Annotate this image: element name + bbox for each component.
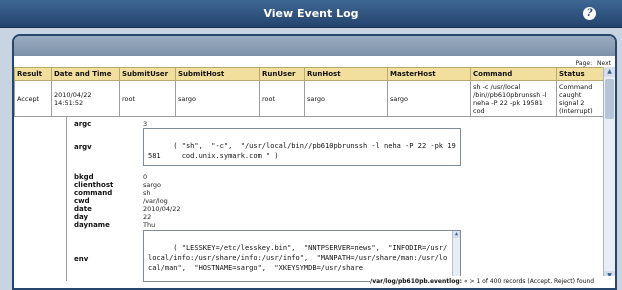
pager: Page: Next [573, 60, 611, 67]
detail-label-clienthost: clienthost [74, 181, 114, 189]
table-row[interactable]: Accept 2010/04/22 14:51:52 root sargo ro… [14, 80, 604, 117]
detail-label-day: day [74, 213, 89, 221]
pager-label: Page: [575, 60, 593, 67]
detail-label-bkgd: bkgd [74, 173, 94, 181]
title-bar: View Event Log ? [0, 0, 622, 28]
detail-value-day: 22 [143, 213, 152, 221]
column-header-date-time[interactable]: Date and Time [51, 67, 120, 81]
cell-submithost: sargo [175, 80, 260, 117]
scroll-up-icon[interactable]: ▲ [604, 67, 615, 77]
detail-label-command: command [74, 189, 113, 197]
detail-label-argv: argv [74, 143, 92, 151]
env-scrollbar[interactable]: ▲ [452, 231, 460, 281]
logfile-path: /var/log/pb610pb.eventlog: [370, 278, 463, 285]
column-header-masterhost[interactable]: MasterHost [387, 67, 471, 81]
detail-value-argc: 3 [143, 120, 148, 128]
panel-scrollbar[interactable]: ▲ ▼ [603, 67, 615, 281]
env-textarea[interactable]: ( "LESSKEY=/etc/lesskey.bin", "NNTPSERVE… [143, 230, 461, 282]
detail-value-clienthost: sargo [143, 181, 162, 189]
argv-textarea[interactable]: ( "sh", "-c", "/usr/local/bin//pb610pbru… [143, 128, 461, 166]
column-header-submituser[interactable]: SubmitUser [119, 67, 176, 81]
event-log-panel: Page: Next Result Date and Time SubmitUs… [12, 34, 617, 290]
table-header-row: Result Date and Time SubmitUser SubmitHo… [14, 67, 604, 81]
env-text: ( "LESSKEY=/etc/lesskey.bin", "NNTPSERVE… [148, 244, 448, 272]
cell-command: sh -c /usr/local /bin//pb610pbrunssh -l … [470, 80, 557, 117]
detail-label-cwd: cwd [74, 197, 90, 205]
column-header-runhost[interactable]: RunHost [304, 67, 388, 81]
status-bar: /var/log/pb610pb.eventlog: « > 1 of 400 … [370, 276, 615, 288]
detail-value-command: sh [143, 189, 151, 197]
detail-label-dayname: dayname [74, 221, 110, 229]
detail-value-bkgd: 0 [143, 173, 148, 181]
scroll-up-icon[interactable]: ▲ [453, 231, 460, 238]
detail-label-env: env [74, 255, 89, 263]
scrollbar-thumb[interactable] [605, 79, 614, 119]
column-header-status[interactable]: Status [556, 67, 604, 81]
cell-submituser: root [119, 80, 176, 117]
cell-datetime: 2010/04/22 14:51:52 [51, 80, 120, 117]
help-icon[interactable]: ? [583, 7, 596, 20]
argv-text: ( "sh", "-c", "/usr/local/bin//pb610pbru… [148, 142, 456, 160]
detail-gutter [14, 117, 67, 281]
cell-status: Command caught signal 2 (Interrupt) [556, 80, 604, 117]
event-table: Result Date and Time SubmitUser SubmitHo… [14, 67, 604, 117]
panel-header [14, 36, 615, 56]
detail-label-argc: argc [74, 120, 92, 128]
cell-result: Accept [14, 80, 52, 117]
cell-runuser: root [259, 80, 305, 117]
cell-runhost: sargo [304, 80, 388, 117]
column-header-result[interactable]: Result [14, 67, 52, 81]
event-detail-panel: argc 3 argv ( "sh", "-c", "/usr/local/bi… [14, 116, 603, 282]
detail-value-date: 2010/04/22 [143, 205, 181, 213]
pager-next-link[interactable]: Next [597, 60, 611, 67]
record-summary: « > 1 of 400 records (Accept, Reject) fo… [463, 278, 595, 285]
cell-masterhost: sargo [387, 80, 471, 117]
column-header-runuser[interactable]: RunUser [259, 67, 305, 81]
detail-value-dayname: Thu [143, 221, 156, 229]
column-header-submithost[interactable]: SubmitHost [175, 67, 260, 81]
detail-value-cwd: /var/log [143, 197, 168, 205]
window-title: View Event Log [263, 7, 359, 20]
detail-label-date: date [74, 205, 92, 213]
column-header-command[interactable]: Command [470, 67, 557, 81]
